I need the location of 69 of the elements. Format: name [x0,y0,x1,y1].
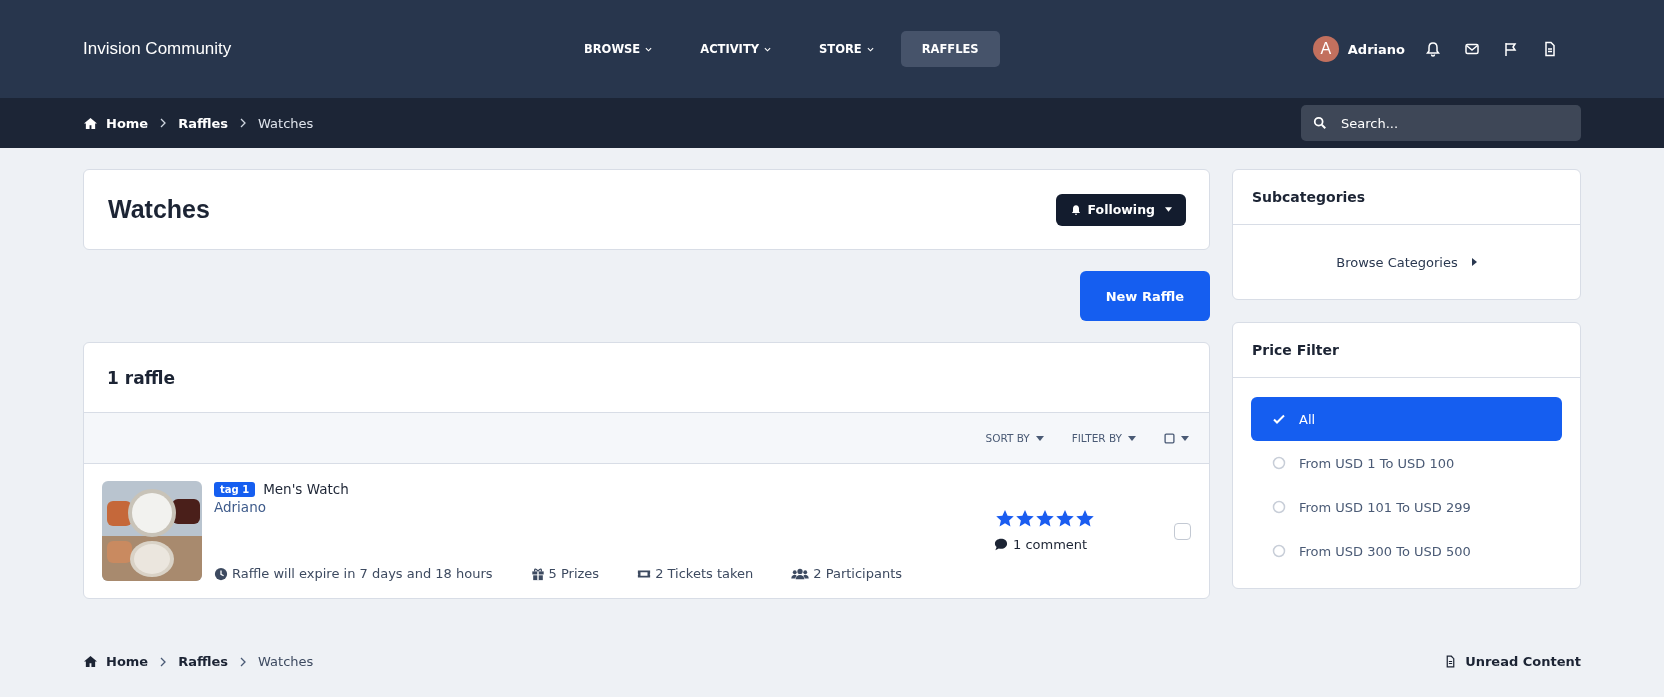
participants-count: 2 Participants [813,566,903,581]
search-icon [1313,116,1327,130]
breadcrumb-link[interactable]: Watches [258,654,314,669]
expiry-text: Raffle will expire in 7 days and 18 hours [232,566,493,581]
select-menu[interactable] [1164,432,1189,444]
tickets-count: 2 Tickets taken [655,566,754,581]
star-icon [1016,510,1034,527]
author-link[interactable]: Adriano [214,499,994,515]
caret-icon [1181,435,1189,441]
radio-circle-icon [1272,544,1286,558]
caret-icon [1128,435,1136,441]
chevron-right-icon [240,656,247,667]
radio-circle-icon [1272,500,1286,514]
search-field[interactable]: Search... [1301,105,1581,141]
comment-count[interactable]: 1 comment [1013,537,1088,552]
user-name[interactable]: Adriano [1347,41,1405,57]
comment-icon [994,538,1008,551]
new-raffle-button[interactable]: New Raffle [1079,271,1210,321]
checkbox-icon [1164,432,1175,444]
nav-tab[interactable]: RAFFLES [900,31,1000,67]
search-input[interactable]: Search... [1339,114,1569,132]
clock-icon [214,566,228,581]
chevron-right-icon [240,118,247,128]
widget-title: Price Filter [1233,323,1580,378]
nav-tab[interactable]: STORE [798,31,895,67]
users-icon [791,566,810,581]
following-button[interactable]: Following [1055,193,1186,226]
breadcrumb-link[interactable]: Watches [258,115,314,131]
breadcrumb-link[interactable]: Raffles [178,654,229,669]
row-checkbox[interactable] [1174,522,1191,540]
caret-icon [1035,435,1044,441]
star-icon [1076,510,1094,527]
page-title: Watches [108,195,210,224]
home-icon [83,116,98,130]
sort-by-menu[interactable]: SORT BY [985,432,1044,444]
filter-option[interactable]: From USD 101 To USD 299 [1251,485,1562,529]
star-icon [1036,510,1054,527]
site-name[interactable]: Invision Community [83,39,563,59]
home-icon [83,655,98,668]
check-icon [1272,412,1286,426]
caret-right-icon [1471,258,1477,266]
breadcrumb-link[interactable]: Home [106,654,149,669]
unread-content-link[interactable]: Unread Content [1444,654,1581,669]
filter-option[interactable]: From USD 300 To USD 500 [1251,529,1562,573]
bell-icon [1069,203,1082,216]
star-icon [996,510,1014,527]
gift-icon [530,566,545,581]
breadcrumb-link[interactable]: Raffles [178,115,229,131]
bell-icon[interactable] [1425,41,1441,57]
chevron-right-icon [160,118,167,128]
nav-tab[interactable]: ACTIVITY [679,31,793,67]
raffle-title[interactable]: Men's Watch [263,481,349,497]
document-icon[interactable] [1542,41,1558,57]
chevron-right-icon [160,656,167,667]
tag-badge[interactable]: tag 1 [214,481,256,497]
filter-by-menu[interactable]: FILTER BY [1071,432,1136,444]
nav-tab[interactable]: BROWSE [563,31,674,67]
prizes-count: 5 Prizes [548,566,600,581]
envelope-icon[interactable] [1464,41,1480,57]
flag-icon[interactable] [1503,41,1519,57]
filter-option[interactable]: All [1251,397,1562,441]
filter-option[interactable]: From USD 1 To USD 100 [1251,441,1562,485]
user-avatar[interactable]: A [1312,36,1339,62]
breadcrumb-link[interactable]: Home [106,115,149,131]
browse-categories-link[interactable]: Browse Categories [1336,254,1477,270]
caret-icon [1165,207,1172,212]
widget-title: Subcategories [1233,170,1580,225]
radio-circle-icon [1272,456,1286,470]
star-icon [1056,510,1074,527]
